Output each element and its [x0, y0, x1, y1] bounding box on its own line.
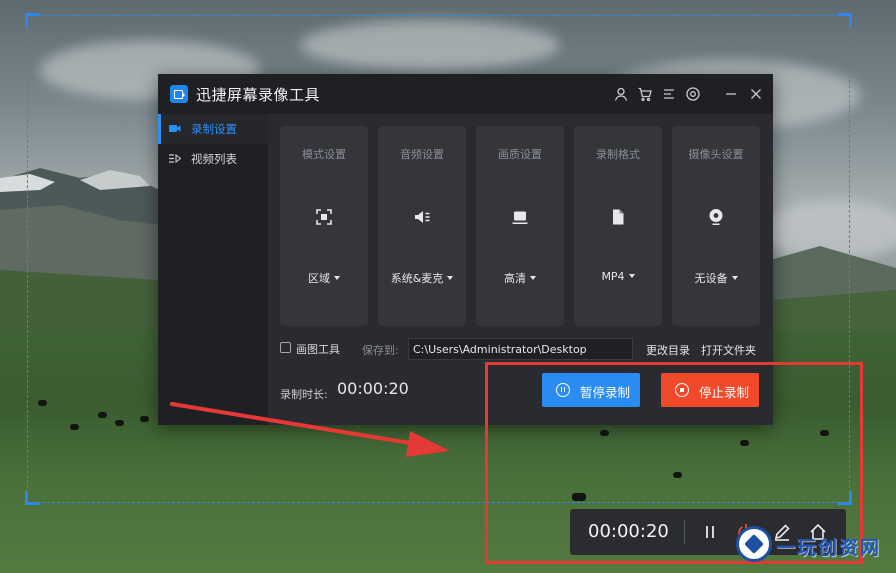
- minimize-icon[interactable]: [723, 86, 739, 102]
- card-value: 无设备: [672, 270, 760, 286]
- resize-handle-top-left[interactable]: [25, 13, 39, 27]
- user-icon[interactable]: [613, 86, 629, 102]
- card-value: 高清: [476, 270, 564, 286]
- change-directory-button[interactable]: 更改目录: [646, 342, 690, 358]
- card-title: 画质设置: [498, 148, 542, 161]
- mode-settings-card[interactable]: 模式设置 区域: [280, 126, 368, 326]
- sidebar: 录制设置 视频列表: [158, 114, 268, 425]
- caret-down-icon: [447, 276, 454, 280]
- annotation-arrow-icon: [170, 402, 450, 457]
- app-title: 迅捷屏幕录像工具: [196, 86, 321, 104]
- caret-down-icon: [628, 274, 635, 278]
- audio-settings-card[interactable]: 音频设置 系统&麦克: [378, 126, 466, 326]
- format-settings-card[interactable]: 录制格式 MP4: [574, 126, 662, 326]
- card-title: 音频设置: [400, 148, 444, 161]
- caret-down-icon: [334, 276, 340, 280]
- laptop-icon: [511, 208, 529, 226]
- save-path-input[interactable]: [408, 338, 633, 360]
- camera-settings-card[interactable]: 摄像头设置 无设备: [672, 126, 760, 326]
- title-bar[interactable]: 迅捷屏幕录像工具: [158, 74, 773, 114]
- resize-handle-top-right[interactable]: [838, 13, 852, 27]
- card-title: 模式设置: [302, 148, 346, 161]
- watermark: 一玩创资网: [736, 526, 896, 566]
- settings-icon[interactable]: [685, 86, 701, 102]
- card-title: 录制格式: [596, 148, 640, 161]
- card-title: 摄像头设置: [688, 148, 744, 161]
- menu-icon[interactable]: [661, 86, 677, 102]
- card-value: MP4: [574, 270, 662, 283]
- open-folder-button[interactable]: 打开文件夹: [701, 342, 756, 358]
- sidebar-item-label: 录制设置: [191, 122, 237, 136]
- save-row: 画图工具 保存到: 更改目录 打开文件夹: [280, 338, 770, 360]
- sidebar-item-video-list[interactable]: 视频列表: [158, 144, 268, 174]
- webcam-icon: [707, 208, 725, 226]
- sidebar-item-label: 视频列表: [191, 152, 237, 166]
- app-logo-icon: [170, 85, 188, 103]
- card-value: 区域: [280, 270, 368, 286]
- region-icon: [315, 208, 333, 226]
- resize-handle-bottom-left[interactable]: [25, 491, 39, 505]
- cart-icon[interactable]: [637, 86, 653, 102]
- file-icon: [609, 208, 627, 226]
- camera-icon: [169, 125, 181, 132]
- caret-down-icon: [731, 276, 738, 280]
- drawing-tool-label: 画图工具: [296, 343, 340, 356]
- save-to-label: 保存到:: [362, 344, 399, 357]
- card-value: 系统&麦克: [378, 270, 466, 286]
- watermark-text: 一玩创资网: [776, 537, 882, 559]
- close-icon[interactable]: [748, 86, 764, 102]
- quality-settings-card[interactable]: 画质设置 高清: [476, 126, 564, 326]
- watermark-logo-icon: [736, 526, 772, 562]
- list-icon: [169, 153, 181, 164]
- speaker-icon: [413, 208, 431, 226]
- drawing-tool-checkbox[interactable]: [280, 342, 291, 353]
- sidebar-item-record-settings[interactable]: 录制设置: [158, 114, 268, 144]
- caret-down-icon: [530, 276, 536, 280]
